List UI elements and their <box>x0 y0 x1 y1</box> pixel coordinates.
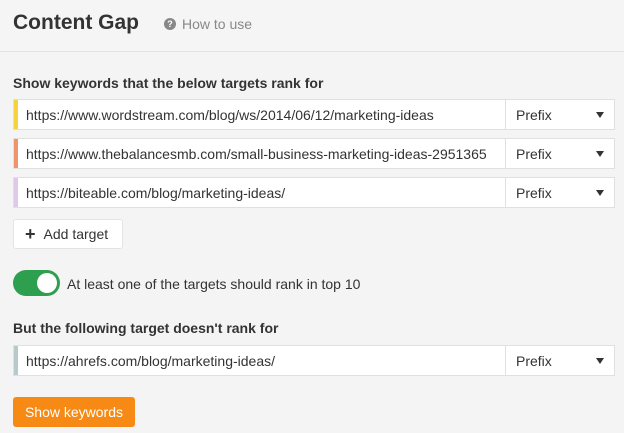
top-10-toggle-label: At least one of the targets should rank … <box>67 276 361 292</box>
content-gap-form: Show keywords that the below targets ran… <box>0 53 624 433</box>
toggle-knob <box>37 273 57 293</box>
mode-select-value: Prefix <box>516 106 552 123</box>
top-10-toggle[interactable] <box>13 270 60 296</box>
target-row: Prefix <box>13 177 615 208</box>
target-url-input[interactable] <box>18 100 505 129</box>
exclude-section-label: But the following target doesn't rank fo… <box>13 320 279 336</box>
exclude-mode-select[interactable]: Prefix <box>505 346 614 375</box>
how-to-use-link[interactable]: ? How to use <box>164 16 252 32</box>
page-header: Content Gap ? How to use <box>0 0 624 52</box>
target-row: Prefix <box>13 138 615 169</box>
mode-select-value: Prefix <box>516 184 552 201</box>
target-mode-select[interactable]: Prefix <box>505 178 614 207</box>
target-mode-select[interactable]: Prefix <box>505 100 614 129</box>
plus-icon: + <box>25 224 36 244</box>
target-url-input[interactable] <box>18 178 505 207</box>
target-url-input[interactable] <box>18 139 505 168</box>
how-to-use-label: How to use <box>182 16 253 32</box>
caret-down-icon <box>596 357 604 364</box>
mode-select-value: Prefix <box>516 145 552 162</box>
caret-down-icon <box>596 111 604 118</box>
exclude-url-input[interactable] <box>18 346 505 375</box>
show-keywords-button[interactable]: Show keywords <box>13 397 135 427</box>
caret-down-icon <box>596 150 604 157</box>
target-mode-select[interactable]: Prefix <box>505 139 614 168</box>
caret-down-icon <box>596 189 604 196</box>
target-row: Prefix <box>13 99 615 130</box>
add-target-button[interactable]: + Add target <box>13 219 123 249</box>
exclude-target-row: Prefix <box>13 345 615 376</box>
page-title: Content Gap <box>13 11 139 34</box>
targets-section-label: Show keywords that the below targets ran… <box>13 75 324 91</box>
mode-select-value: Prefix <box>516 352 552 369</box>
add-target-label: Add target <box>43 226 109 242</box>
question-circle-icon: ? <box>164 18 176 30</box>
